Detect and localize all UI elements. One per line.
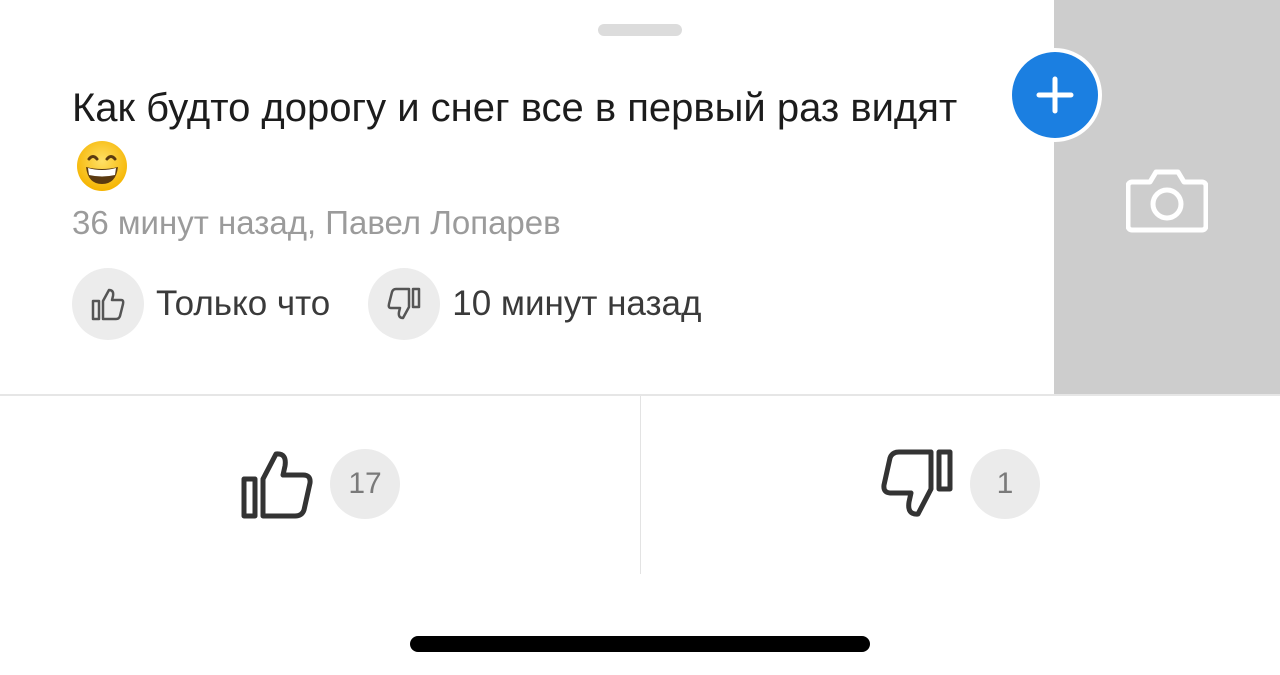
add-button[interactable] (1008, 48, 1102, 142)
dislike-count-badge: 1 (970, 449, 1040, 519)
sheet-grab-handle[interactable] (598, 24, 682, 36)
grinning-face-emoji-icon (77, 141, 127, 191)
thumbs-down-icon (387, 287, 421, 320)
like-count-badge: 17 (330, 449, 400, 519)
post-text-content: Как будто дорогу и снег все в первый раз… (72, 86, 958, 130)
thumbs-up-icon (241, 451, 313, 519)
like-reaction-time: Только что (156, 284, 331, 323)
home-indicator[interactable] (410, 636, 870, 652)
post-text: Как будто дорогу и снег все в первый раз… (72, 78, 1002, 200)
dislike-button[interactable]: 1 (880, 446, 1040, 522)
post-meta: 36 минут назад, Павел Лопарев (72, 204, 561, 241)
thumbs-up-icon (91, 288, 125, 321)
like-reaction-button[interactable] (72, 268, 144, 340)
dislike-reaction-time: 10 минут назад (452, 284, 702, 323)
thumbs-down-icon (881, 449, 953, 517)
camera-icon (1126, 169, 1208, 233)
plus-icon (1036, 76, 1074, 114)
like-button[interactable]: 17 (240, 446, 400, 522)
vote-divider (640, 396, 641, 574)
reaction-row: Только что 10 минут назад (72, 268, 701, 340)
dislike-reaction-button[interactable] (368, 268, 441, 340)
